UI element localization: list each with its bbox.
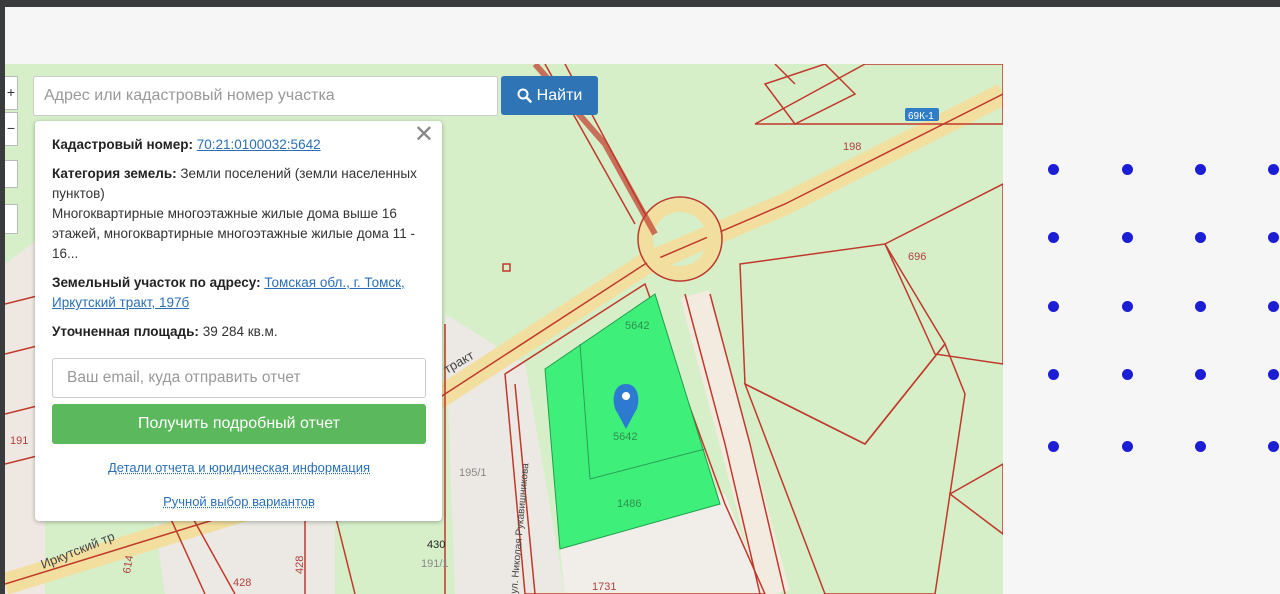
decor-dot bbox=[1195, 441, 1206, 452]
decor-dot bbox=[1268, 369, 1279, 380]
search-button-label: Найти bbox=[536, 86, 583, 104]
cadastral-number-link[interactable]: 70:21:0100032:5642 bbox=[197, 137, 321, 152]
map-label: 1486 bbox=[617, 498, 641, 510]
land-category-row: Категория земель: Земли поселений (земли… bbox=[52, 164, 426, 264]
decor-dot bbox=[1268, 232, 1279, 243]
parcel-info-popup: ✕ Кадастровый номер: 70:21:0100032:5642 … bbox=[35, 121, 442, 521]
map-layer-button[interactable] bbox=[5, 204, 18, 234]
map-label: 5642 bbox=[625, 320, 649, 332]
close-icon[interactable]: ✕ bbox=[414, 123, 434, 147]
decor-dot bbox=[1048, 164, 1059, 175]
decor-dot bbox=[1122, 441, 1133, 452]
manual-link-row: Ручной выбор вариантов bbox=[52, 492, 426, 512]
zoom-in-button[interactable]: + bbox=[5, 76, 18, 110]
decor-dot bbox=[1122, 369, 1133, 380]
land-category-label: Категория земель: bbox=[52, 166, 177, 181]
decor-dot bbox=[1195, 301, 1206, 312]
report-details-link[interactable]: Детали отчета и юридическая информация bbox=[108, 460, 370, 475]
map-tool-button[interactable] bbox=[5, 160, 18, 188]
cadastral-number-row: Кадастровый номер: 70:21:0100032:5642 bbox=[52, 135, 426, 155]
land-usage-text: Многоквартирные многоэтажные жилые дома … bbox=[52, 206, 415, 261]
decor-dot bbox=[1122, 301, 1133, 312]
cadastral-number-label: Кадастровый номер: bbox=[52, 137, 193, 152]
decor-dot bbox=[1122, 164, 1133, 175]
map-label: 191 bbox=[10, 435, 28, 447]
email-field[interactable] bbox=[52, 358, 426, 398]
highway-label: 69К-1 bbox=[908, 111, 934, 122]
map-label: 195/1 bbox=[459, 467, 487, 479]
window-top-bar bbox=[0, 0, 1280, 7]
map-label: 696 bbox=[908, 251, 926, 263]
address-row: Земельный участок по адресу: Томская обл… bbox=[52, 273, 426, 313]
map-label: 428 bbox=[233, 577, 251, 589]
map-label: 5642 bbox=[613, 431, 637, 443]
map-marker bbox=[502, 263, 511, 272]
map-label: 614 bbox=[121, 554, 136, 574]
search-icon bbox=[517, 88, 532, 103]
decor-dot bbox=[1195, 164, 1206, 175]
manual-selection-link[interactable]: Ручной выбор вариантов bbox=[163, 494, 315, 509]
map-label: 430 bbox=[427, 539, 445, 551]
area-label: Уточненная площадь: bbox=[52, 324, 199, 339]
decor-dot bbox=[1048, 441, 1059, 452]
area-row: Уточненная площадь: 39 284 кв.м. bbox=[52, 322, 426, 342]
decor-dot bbox=[1122, 232, 1133, 243]
search-input[interactable] bbox=[33, 76, 498, 116]
decor-dot bbox=[1048, 301, 1059, 312]
map-label: 191/1 bbox=[421, 558, 449, 570]
area-value: 39 284 кв.м. bbox=[202, 324, 278, 339]
map-label: 198 bbox=[843, 141, 861, 153]
get-report-button[interactable]: Получить подробный отчет bbox=[52, 404, 426, 444]
map-label: 1731 bbox=[592, 581, 616, 593]
details-link-row: Детали отчета и юридическая информация bbox=[52, 458, 426, 478]
search-button[interactable]: Найти bbox=[501, 76, 598, 115]
decor-dot bbox=[1048, 369, 1059, 380]
map-label: 428 bbox=[294, 556, 306, 574]
decor-dot bbox=[1268, 164, 1279, 175]
decor-dot bbox=[1268, 301, 1279, 312]
decor-dot bbox=[1195, 232, 1206, 243]
decor-dot bbox=[1048, 232, 1059, 243]
decor-dot bbox=[1195, 369, 1206, 380]
zoom-out-button[interactable]: − bbox=[5, 112, 18, 146]
address-label: Земельный участок по адресу: bbox=[52, 275, 261, 290]
decor-dot bbox=[1268, 441, 1279, 452]
